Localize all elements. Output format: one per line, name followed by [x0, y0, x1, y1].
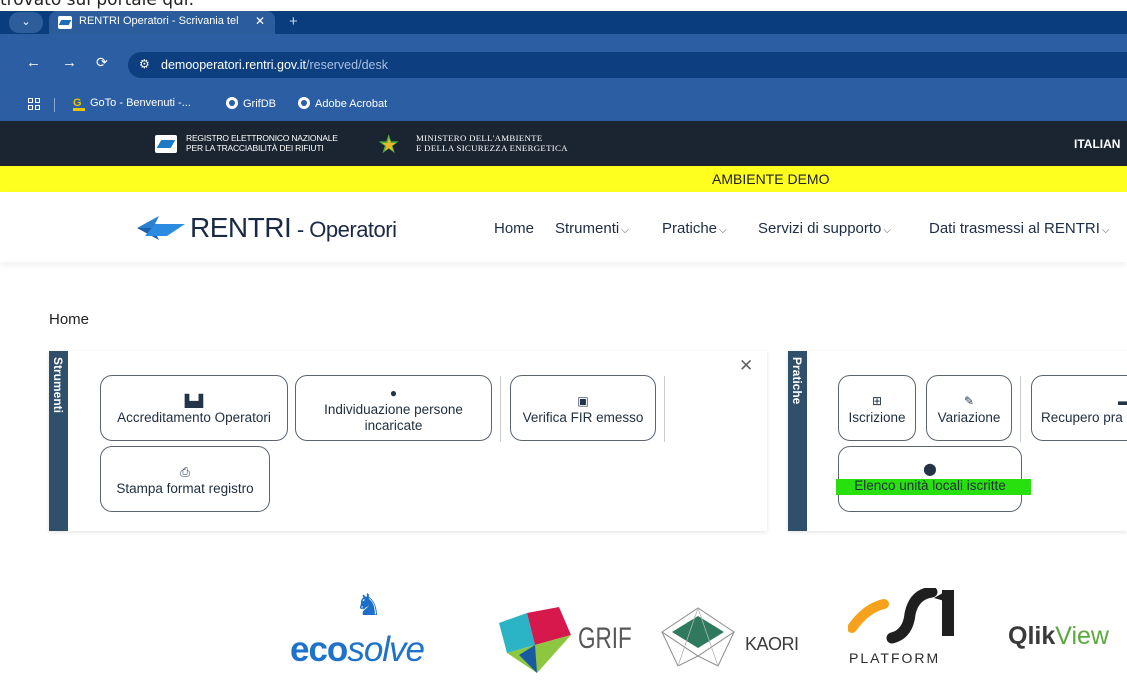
individuazione-persone-button[interactable]: ● Individuazione persone incaricate [295, 375, 492, 441]
strumenti-panel-tab: Strumenti [49, 351, 68, 531]
site-logo-text[interactable]: RENTRI - Operatori [190, 212, 397, 244]
nav-servizi-supporto[interactable]: Servizi di supporto ⌵ [758, 220, 891, 237]
rentri-logo-icon[interactable] [137, 214, 185, 242]
platform-logo-icon [848, 588, 954, 644]
forward-arrow-icon[interactable]: → [62, 54, 77, 71]
new-tab-button[interactable]: + [289, 13, 298, 30]
plus-square-icon: ⊞ [871, 394, 883, 408]
folder-icon: ▬ [1041, 393, 1127, 409]
tab-search-button[interactable]: ⌄ [9, 12, 43, 33]
url-text: demooperatori.rentri.gov.it/reserved/des… [161, 58, 388, 72]
kaori-logo-icon [661, 607, 735, 667]
edit-icon: ✎ [963, 394, 975, 408]
chevron-down-icon: ⌵ [883, 225, 891, 236]
globe-icon [298, 97, 310, 109]
divider [664, 376, 665, 442]
chevron-down-icon: ⌵ [621, 225, 629, 236]
rentri-badge-icon [155, 135, 177, 153]
pratiche-panel-tab: Pratiche [788, 351, 807, 531]
clipboard-check-icon: ▣ [577, 394, 589, 408]
caption-text: trovato sul portale qui: [0, 0, 195, 10]
nav-dati-trasmessi[interactable]: Dati trasmessi al RENTRI ⌵ [929, 220, 1109, 237]
globe-icon [226, 97, 238, 109]
kaori-logo: KAORI [745, 634, 799, 654]
bookmarks-bar: G GoTo - Benvenuti -... GrifDB Adobe Acro… [0, 88, 1127, 121]
nav-strumenti[interactable]: Strumenti ⌵ [555, 220, 629, 237]
divider [500, 376, 501, 442]
printer-icon: ⎙ [180, 465, 190, 479]
bookmark-adobe-acrobat[interactable]: Adobe Acrobat [298, 97, 387, 110]
ecosolve-figure-icon: ♞ [355, 589, 382, 622]
map-pin-icon: ⬤ [923, 462, 937, 476]
qlikview-logo: QlikView [1008, 622, 1109, 650]
environment-banner: AMBIENTE DEMO [0, 166, 1127, 192]
rentri-full-name: REGISTRO ELETTRONICO NAZIONALE PER LA TR… [186, 133, 338, 153]
rentri-favicon-icon [58, 16, 72, 29]
ministry-star-icon: ★ ★ [377, 129, 401, 159]
bookmark-goto[interactable]: G GoTo - Benvenuti -... [73, 97, 191, 111]
grif-logo-icon [499, 607, 571, 673]
ministry-name: MINISTERO DELL'AMBIENTE E DELLA SICUREZZ… [416, 133, 568, 153]
apps-grid-icon[interactable] [28, 98, 40, 110]
browser-tab-strip: ⌄ RENTRI Operatori - Scrivania tel ✕ + [0, 11, 1127, 34]
browser-toolbar: ← → ⟳ ⚙ demooperatori.rentri.gov.it/rese… [0, 34, 1127, 88]
divider [1020, 376, 1021, 442]
platform-logo: PLATFORM [849, 650, 941, 666]
bookmarks-separator [54, 98, 55, 112]
browser-tab[interactable]: RENTRI Operatori - Scrivania tel ✕ [49, 11, 275, 34]
iscrizione-button[interactable]: ⊞ Iscrizione [838, 375, 916, 441]
government-bar: REGISTRO ELETTRONICO NAZIONALE PER LA TR… [0, 121, 1127, 166]
nav-home[interactable]: Home [494, 220, 534, 237]
recupero-pratica-button[interactable]: ▬ Recupero pra [1031, 375, 1127, 441]
verifica-fir-button[interactable]: ▣ Verifica FIR emesso [510, 375, 656, 441]
accreditamento-operatori-button[interactable]: ▙▟ Accreditamento Operatori [100, 375, 288, 441]
elenco-unita-locali-label: Elenco unità locali iscritte [854, 478, 1006, 493]
close-icon[interactable]: ✕ [739, 356, 753, 376]
site-settings-icon[interactable]: ⚙ [139, 57, 150, 71]
chevron-down-icon: ⌵ [719, 225, 727, 236]
breadcrumb: Home [49, 311, 90, 328]
tab-close-icon[interactable]: ✕ [255, 14, 265, 28]
back-arrow-icon[interactable]: ← [26, 54, 41, 71]
person-icon: ● [389, 386, 398, 400]
variazione-button[interactable]: ✎ Variazione [926, 375, 1012, 441]
ecosolve-logo: ecosolve [290, 630, 425, 669]
site-header: RENTRI - Operatori Home Strumenti ⌵ Prati… [0, 192, 1127, 262]
grif-logo: GRIF [578, 622, 632, 655]
environment-label: AMBIENTE DEMO [712, 171, 830, 187]
bookmark-grifdb[interactable]: GrifDB [226, 97, 276, 110]
goto-icon: G [73, 98, 85, 111]
sponsor-logos: ♞ ecosolve GRIF KAORI PLATFORM QlikView [0, 580, 1127, 686]
reload-icon[interactable]: ⟳ [96, 54, 108, 71]
factory-icon: ▙▟ [184, 394, 204, 408]
stampa-format-registro-button[interactable]: ⎙ Stampa format registro [100, 446, 270, 512]
address-bar[interactable]: ⚙ demooperatori.rentri.gov.it/reserved/d… [128, 52, 1127, 78]
chevron-down-icon: ⌵ [1101, 225, 1110, 236]
nav-pratiche[interactable]: Pratiche ⌵ [662, 220, 727, 237]
tab-title: RENTRI Operatori - Scrivania tel [79, 15, 239, 27]
language-selector[interactable]: ITALIAN [1074, 137, 1120, 151]
